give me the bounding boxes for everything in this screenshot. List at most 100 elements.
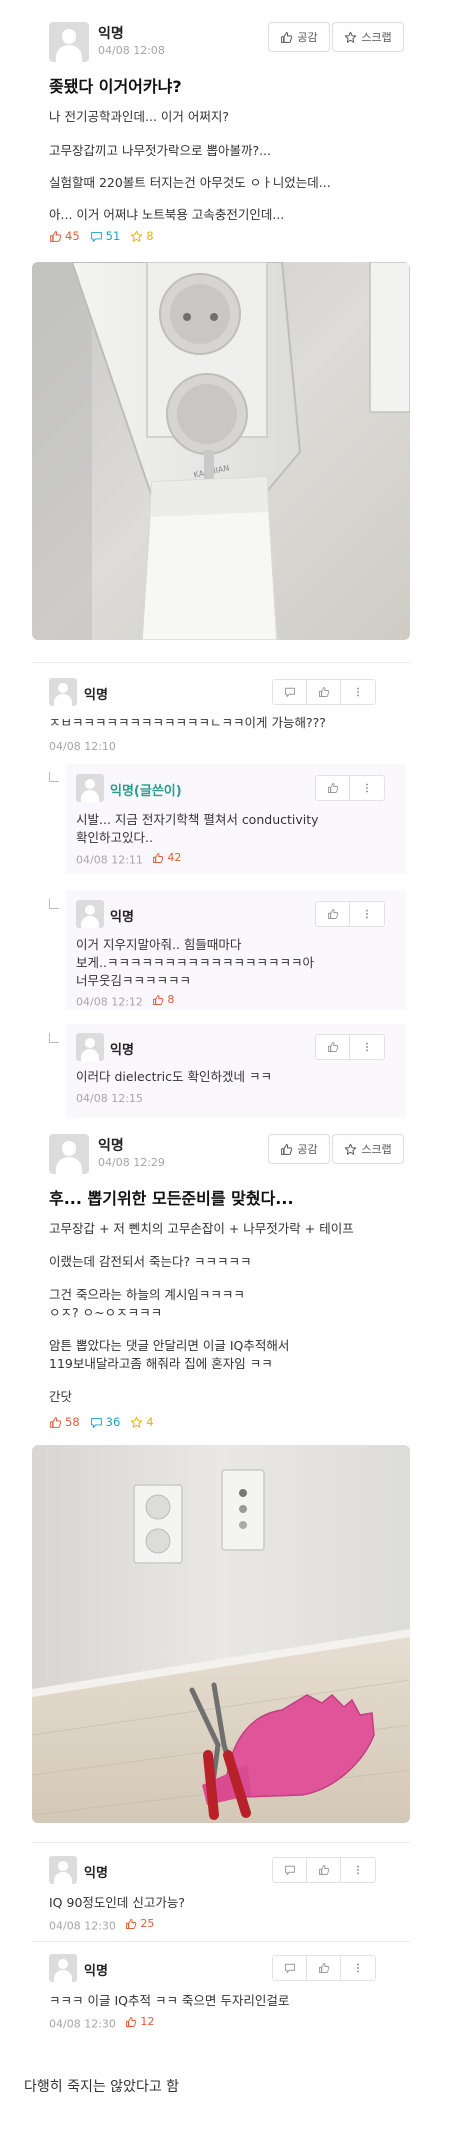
- reply-text-line: 너무웃김ㅋㅋㅋㅋㅋㅋ: [76, 973, 192, 988]
- thumbs-up-icon: [280, 31, 293, 44]
- more-vertical-icon: [361, 1041, 373, 1053]
- reply-like-button[interactable]: [316, 1035, 350, 1059]
- avatar: [49, 1856, 77, 1884]
- avatar: [49, 1954, 77, 1982]
- reply-button[interactable]: [273, 1858, 307, 1882]
- reply-author-op: 익명(글쓴이): [110, 784, 182, 799]
- comment-count: 36: [90, 1415, 120, 1429]
- reply-like-button[interactable]: [316, 776, 350, 800]
- more-vertical-icon: [361, 908, 373, 920]
- avatar: [76, 1033, 104, 1061]
- avatar: [49, 1134, 89, 1174]
- comment-date: 04/08 12:10: [49, 740, 116, 753]
- comment-date: 04/08 12:30: [49, 1919, 116, 1933]
- post-photo-outlet[interactable]: KAEMIAN: [32, 262, 410, 640]
- thumbs-up-icon: [327, 1041, 339, 1053]
- avatar: [76, 900, 104, 928]
- comment-actions: [272, 1857, 376, 1883]
- thumbs-up-icon: [125, 1918, 137, 1930]
- comment-author: 익명: [84, 1964, 108, 1979]
- comment-text: ㅋㅋㅋ 이글 IQ추적 ㅋㅋ 죽으면 두자리인걸로: [49, 1993, 290, 2008]
- comment-actions: [272, 679, 376, 705]
- more-vertical-icon: [352, 1864, 364, 1876]
- post-stats: 45 51 8: [49, 229, 154, 243]
- more-button[interactable]: [341, 1956, 375, 1980]
- thumbs-up-icon: [318, 686, 330, 698]
- like-button[interactable]: 공감: [268, 1134, 330, 1164]
- reply-arrow-icon: [49, 899, 59, 909]
- more-button[interactable]: [350, 776, 384, 800]
- reply-like-count: 8: [152, 993, 174, 1006]
- comment-date: 04/08 12:30: [49, 2017, 116, 2031]
- more-button[interactable]: [350, 1035, 384, 1059]
- divider: [32, 1842, 410, 1843]
- more-button[interactable]: [341, 1858, 375, 1882]
- scrap-count: 4: [130, 1415, 154, 1429]
- post-title: 후... 뽑기위한 모든준비를 맞췄다...: [49, 1189, 294, 1208]
- comment-author: 익명: [84, 1866, 108, 1881]
- reply-actions: [315, 1034, 385, 1060]
- like-button[interactable]: 공감: [268, 22, 330, 52]
- reply-button[interactable]: [273, 680, 307, 704]
- post-body-line: 고무장갑끼고 나무젓가락으로 뽑아볼까?...: [49, 143, 272, 158]
- star-icon: [344, 31, 357, 44]
- reply-author: 익명: [110, 1043, 134, 1058]
- post-body-line: 암튼 뽑았다는 댓글 안달리면 이글 IQ추적해서: [49, 1338, 290, 1353]
- like-count: 58: [49, 1415, 80, 1429]
- reply-meta: 04/08 12:12 8: [76, 993, 174, 1009]
- thumbs-up-icon: [327, 782, 339, 794]
- more-button[interactable]: [350, 902, 384, 926]
- comment-count: 51: [90, 229, 120, 243]
- post-body-line: 실험할때 220볼트 터지는건 아무것도 ㅇㅏ니었는데...: [49, 175, 331, 190]
- divider: [32, 1941, 410, 1942]
- more-button[interactable]: [341, 680, 375, 704]
- more-vertical-icon: [361, 782, 373, 794]
- post-date: 04/08 12:29: [98, 1156, 165, 1169]
- comment-like-button[interactable]: [307, 680, 341, 704]
- thumbs-up-icon: [280, 1143, 293, 1156]
- post-body-line: ㅇㅈ? ㅇ~ㅇㅈㅋㅋㅋ: [49, 1305, 163, 1320]
- reply-like-count: 42: [152, 851, 181, 864]
- comment-author: 익명: [84, 688, 108, 703]
- reply-like-button[interactable]: [316, 902, 350, 926]
- reply-meta: 04/08 12:11 42: [76, 851, 181, 867]
- footer-caption: 다행히 죽지는 않았다고 함: [24, 2079, 180, 2095]
- star-icon: [130, 230, 143, 243]
- scrap-count: 8: [130, 229, 154, 243]
- reply-text-line: 이러다 dielectric도 확인하겠네 ㅋㅋ: [76, 1069, 272, 1084]
- post-body-line: 119보내달라고좀 해줘라 집에 혼자임 ㅋㅋ: [49, 1356, 273, 1371]
- thumbs-up-icon: [152, 852, 164, 864]
- post-body-line: 고무장갑 + 저 뻰치의 고무손잡이 + 나무젓가락 + 테이프: [49, 1221, 354, 1236]
- post-body-line: 나 전기공학과인데... 이거 어쩌지?: [49, 109, 229, 124]
- speech-bubble-icon: [90, 1416, 103, 1429]
- star-icon: [130, 1416, 143, 1429]
- thumbs-up-icon: [152, 994, 164, 1006]
- reply-date: 04/08 12:11: [76, 853, 143, 867]
- thumbs-up-icon: [125, 2016, 137, 2028]
- post-body-line: 그건 죽으라는 하늘의 계시임ㅋㅋㅋㅋ: [49, 1287, 245, 1302]
- post-photo-glove-pliers[interactable]: [32, 1445, 410, 1823]
- reply-author: 익명: [110, 910, 134, 925]
- reply-text-line: 보게..ㅋㅋㅋㅋㅋㅋㅋㅋㅋㅋㅋㅋㅋㅋㅋㅋㅋ아: [76, 955, 314, 970]
- comment-text: IQ 90정도인데 신고가능?: [49, 1895, 186, 1910]
- comment-like-button[interactable]: [307, 1858, 341, 1882]
- scrap-button[interactable]: 스크랩: [332, 1134, 404, 1164]
- more-vertical-icon: [352, 686, 364, 698]
- comment-like-count: 12: [125, 2015, 154, 2028]
- reply-text-line: 시발... 지금 전자기학책 펼쳐서 conductivity: [76, 812, 319, 827]
- scrap-button[interactable]: 스크랩: [332, 22, 404, 52]
- reply-button[interactable]: [273, 1956, 307, 1980]
- avatar: [49, 22, 89, 62]
- post-author: 익명: [98, 26, 124, 42]
- post-body-line: 이랬는데 감전되서 죽는다? ㅋㅋㅋㅋㅋ: [49, 1254, 252, 1269]
- reply-text-line: 확인하고있다..: [76, 830, 153, 845]
- reply-date: 04/08 12:12: [76, 995, 143, 1009]
- reply-text-line: 이거 지우지말아줘.. 힘들때마다: [76, 937, 242, 952]
- divider: [32, 662, 410, 663]
- more-vertical-icon: [352, 1962, 364, 1974]
- comment-like-button[interactable]: [307, 1956, 341, 1980]
- post-author: 익명: [98, 1138, 124, 1154]
- reply-actions: [315, 775, 385, 801]
- thumbs-up-icon: [327, 908, 339, 920]
- avatar: [49, 678, 77, 706]
